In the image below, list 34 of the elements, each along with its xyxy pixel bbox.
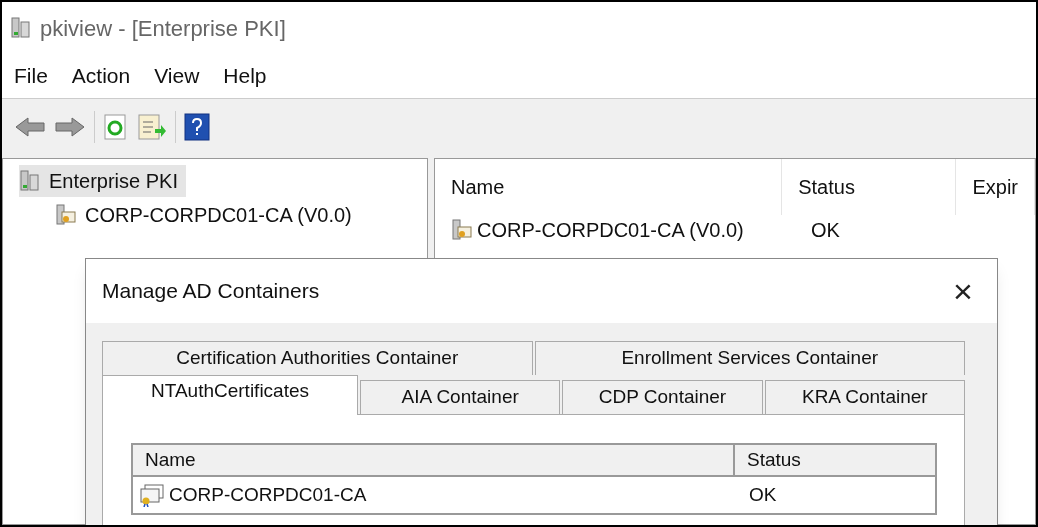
refresh-icon[interactable] <box>103 112 129 141</box>
table-cell-text: CORP-CORPDC01-CA <box>169 482 367 507</box>
close-button[interactable]: × <box>945 271 981 311</box>
table-cell-text: OK <box>810 218 841 243</box>
column-header[interactable]: Status <box>735 445 935 477</box>
server-certificate-icon <box>451 219 473 241</box>
servers-icon <box>10 17 32 39</box>
certificate-icon <box>139 483 165 507</box>
dialog-tab[interactable]: AIA Container <box>360 380 561 414</box>
menu-item[interactable]: Help <box>223 60 267 92</box>
server-certificate-icon <box>55 204 77 226</box>
window-title: pkiview - [Enterprise PKI] <box>40 14 286 43</box>
tree-item[interactable]: Enterprise PKI <box>19 165 186 197</box>
export-list-icon[interactable] <box>137 112 167 141</box>
dialog-tab[interactable]: CDP Container <box>562 380 763 414</box>
help-icon[interactable] <box>184 112 210 141</box>
servers-icon <box>19 170 41 192</box>
menu-item[interactable]: File <box>14 60 48 92</box>
table-cell-text: CORP-CORPDC01-CA (V0.0) <box>477 218 744 243</box>
forward-arrow-icon[interactable] <box>54 115 86 138</box>
column-header[interactable]: Name <box>435 159 783 215</box>
tree-item[interactable]: CORP-CORPDC01-CA (V0.0) <box>55 199 360 231</box>
table-cell-text: OK <box>748 482 778 507</box>
dialog-tab[interactable]: Enrollment Services Container <box>534 341 965 375</box>
menu-item[interactable]: View <box>154 60 200 92</box>
dialog-tab[interactable]: NTAuthCertificates <box>102 375 358 415</box>
column-header[interactable]: Status <box>782 159 957 215</box>
column-header[interactable]: Name <box>133 445 735 477</box>
dialog-title: Manage AD Containers <box>102 278 320 305</box>
dialog-tab[interactable]: Certification Authorities Container <box>102 341 533 375</box>
column-header[interactable]: Expir <box>956 159 1035 215</box>
menu-item[interactable]: Action <box>71 60 131 92</box>
dialog-tab[interactable]: KRA Container <box>764 380 965 414</box>
back-arrow-icon[interactable] <box>14 115 46 138</box>
